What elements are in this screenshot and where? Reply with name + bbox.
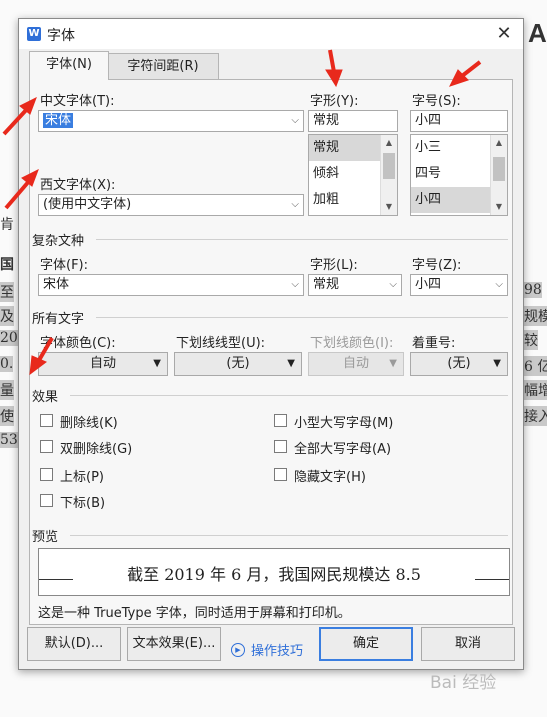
arrow-head [325, 69, 343, 88]
arrow-head [29, 355, 47, 376]
annotation-arrows [2, 49, 482, 376]
arrow-font-color [36, 336, 54, 364]
baidu-watermark: Bai 经验 [430, 673, 497, 693]
arrow-chinese-font [2, 106, 30, 136]
arrow-style [328, 49, 336, 73]
tab-font[interactable]: 字体(N) [29, 51, 109, 80]
arrow-size [460, 60, 482, 78]
arrow-western-font [4, 178, 32, 210]
